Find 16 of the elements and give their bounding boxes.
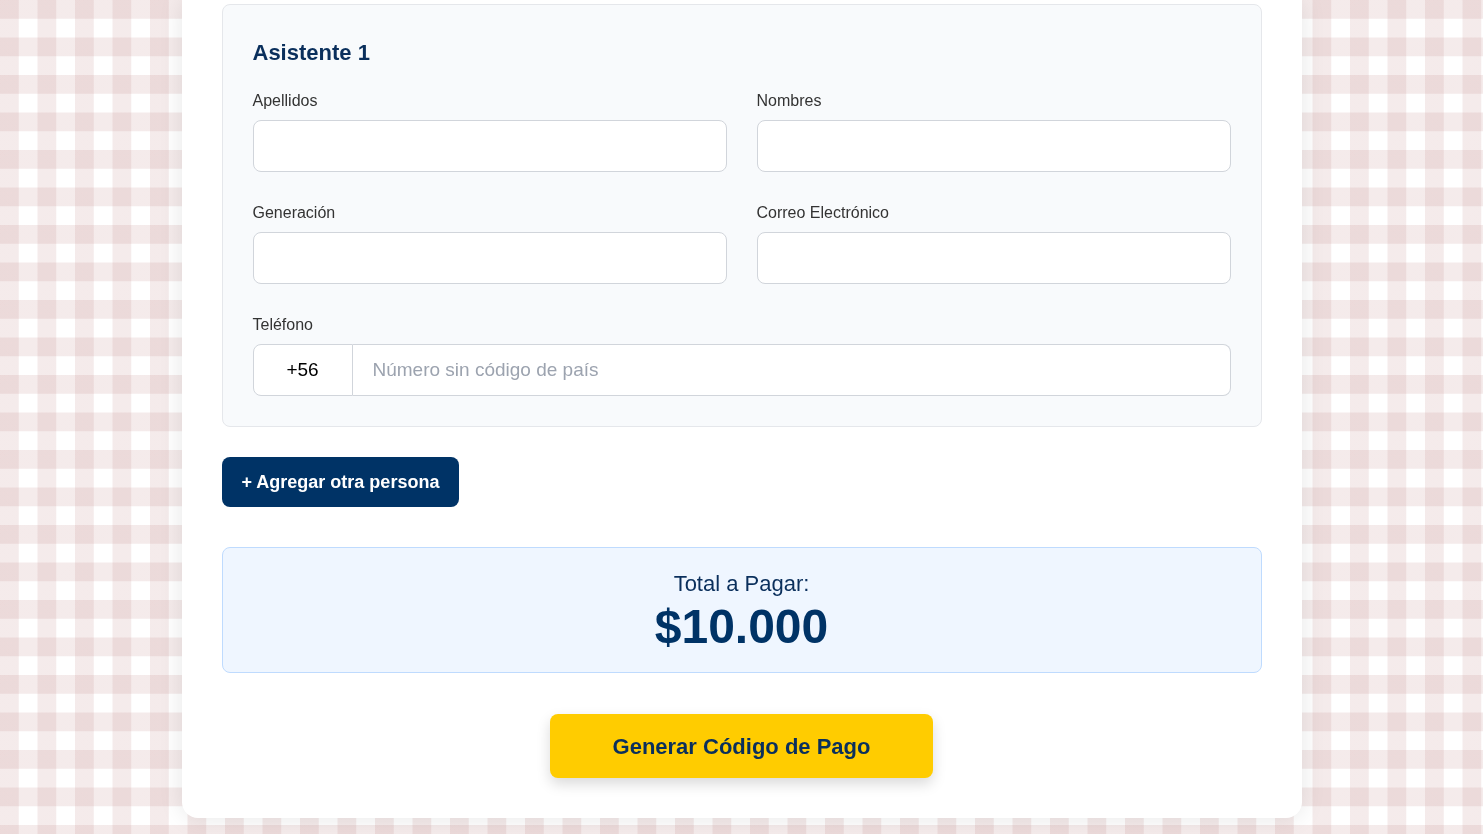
field-label: Generación [252,203,336,223]
add-person-button[interactable]: + Agregar otra persona [221,457,460,507]
text-input-field[interactable] [252,232,727,284]
country-code-prefix: +56 [252,344,353,396]
attendee-heading: Asistente 1 [252,40,370,66]
field-label: Nombres [756,91,822,111]
text-input-field[interactable] [756,120,1231,172]
field-label: Correo Electrónico [756,203,889,223]
text-input-field[interactable] [756,232,1231,284]
field-label: Apellidos [252,91,318,111]
field-label: Teléfono [252,315,313,335]
total-amount: $10.000 [654,600,829,654]
total-label: Total a Pagar: [673,570,810,598]
generate-code-button[interactable]: Generar Código de Pago [550,714,933,778]
text-input-field[interactable] [252,120,727,172]
phone-input-field[interactable]: Número sin código de país [352,344,1231,396]
